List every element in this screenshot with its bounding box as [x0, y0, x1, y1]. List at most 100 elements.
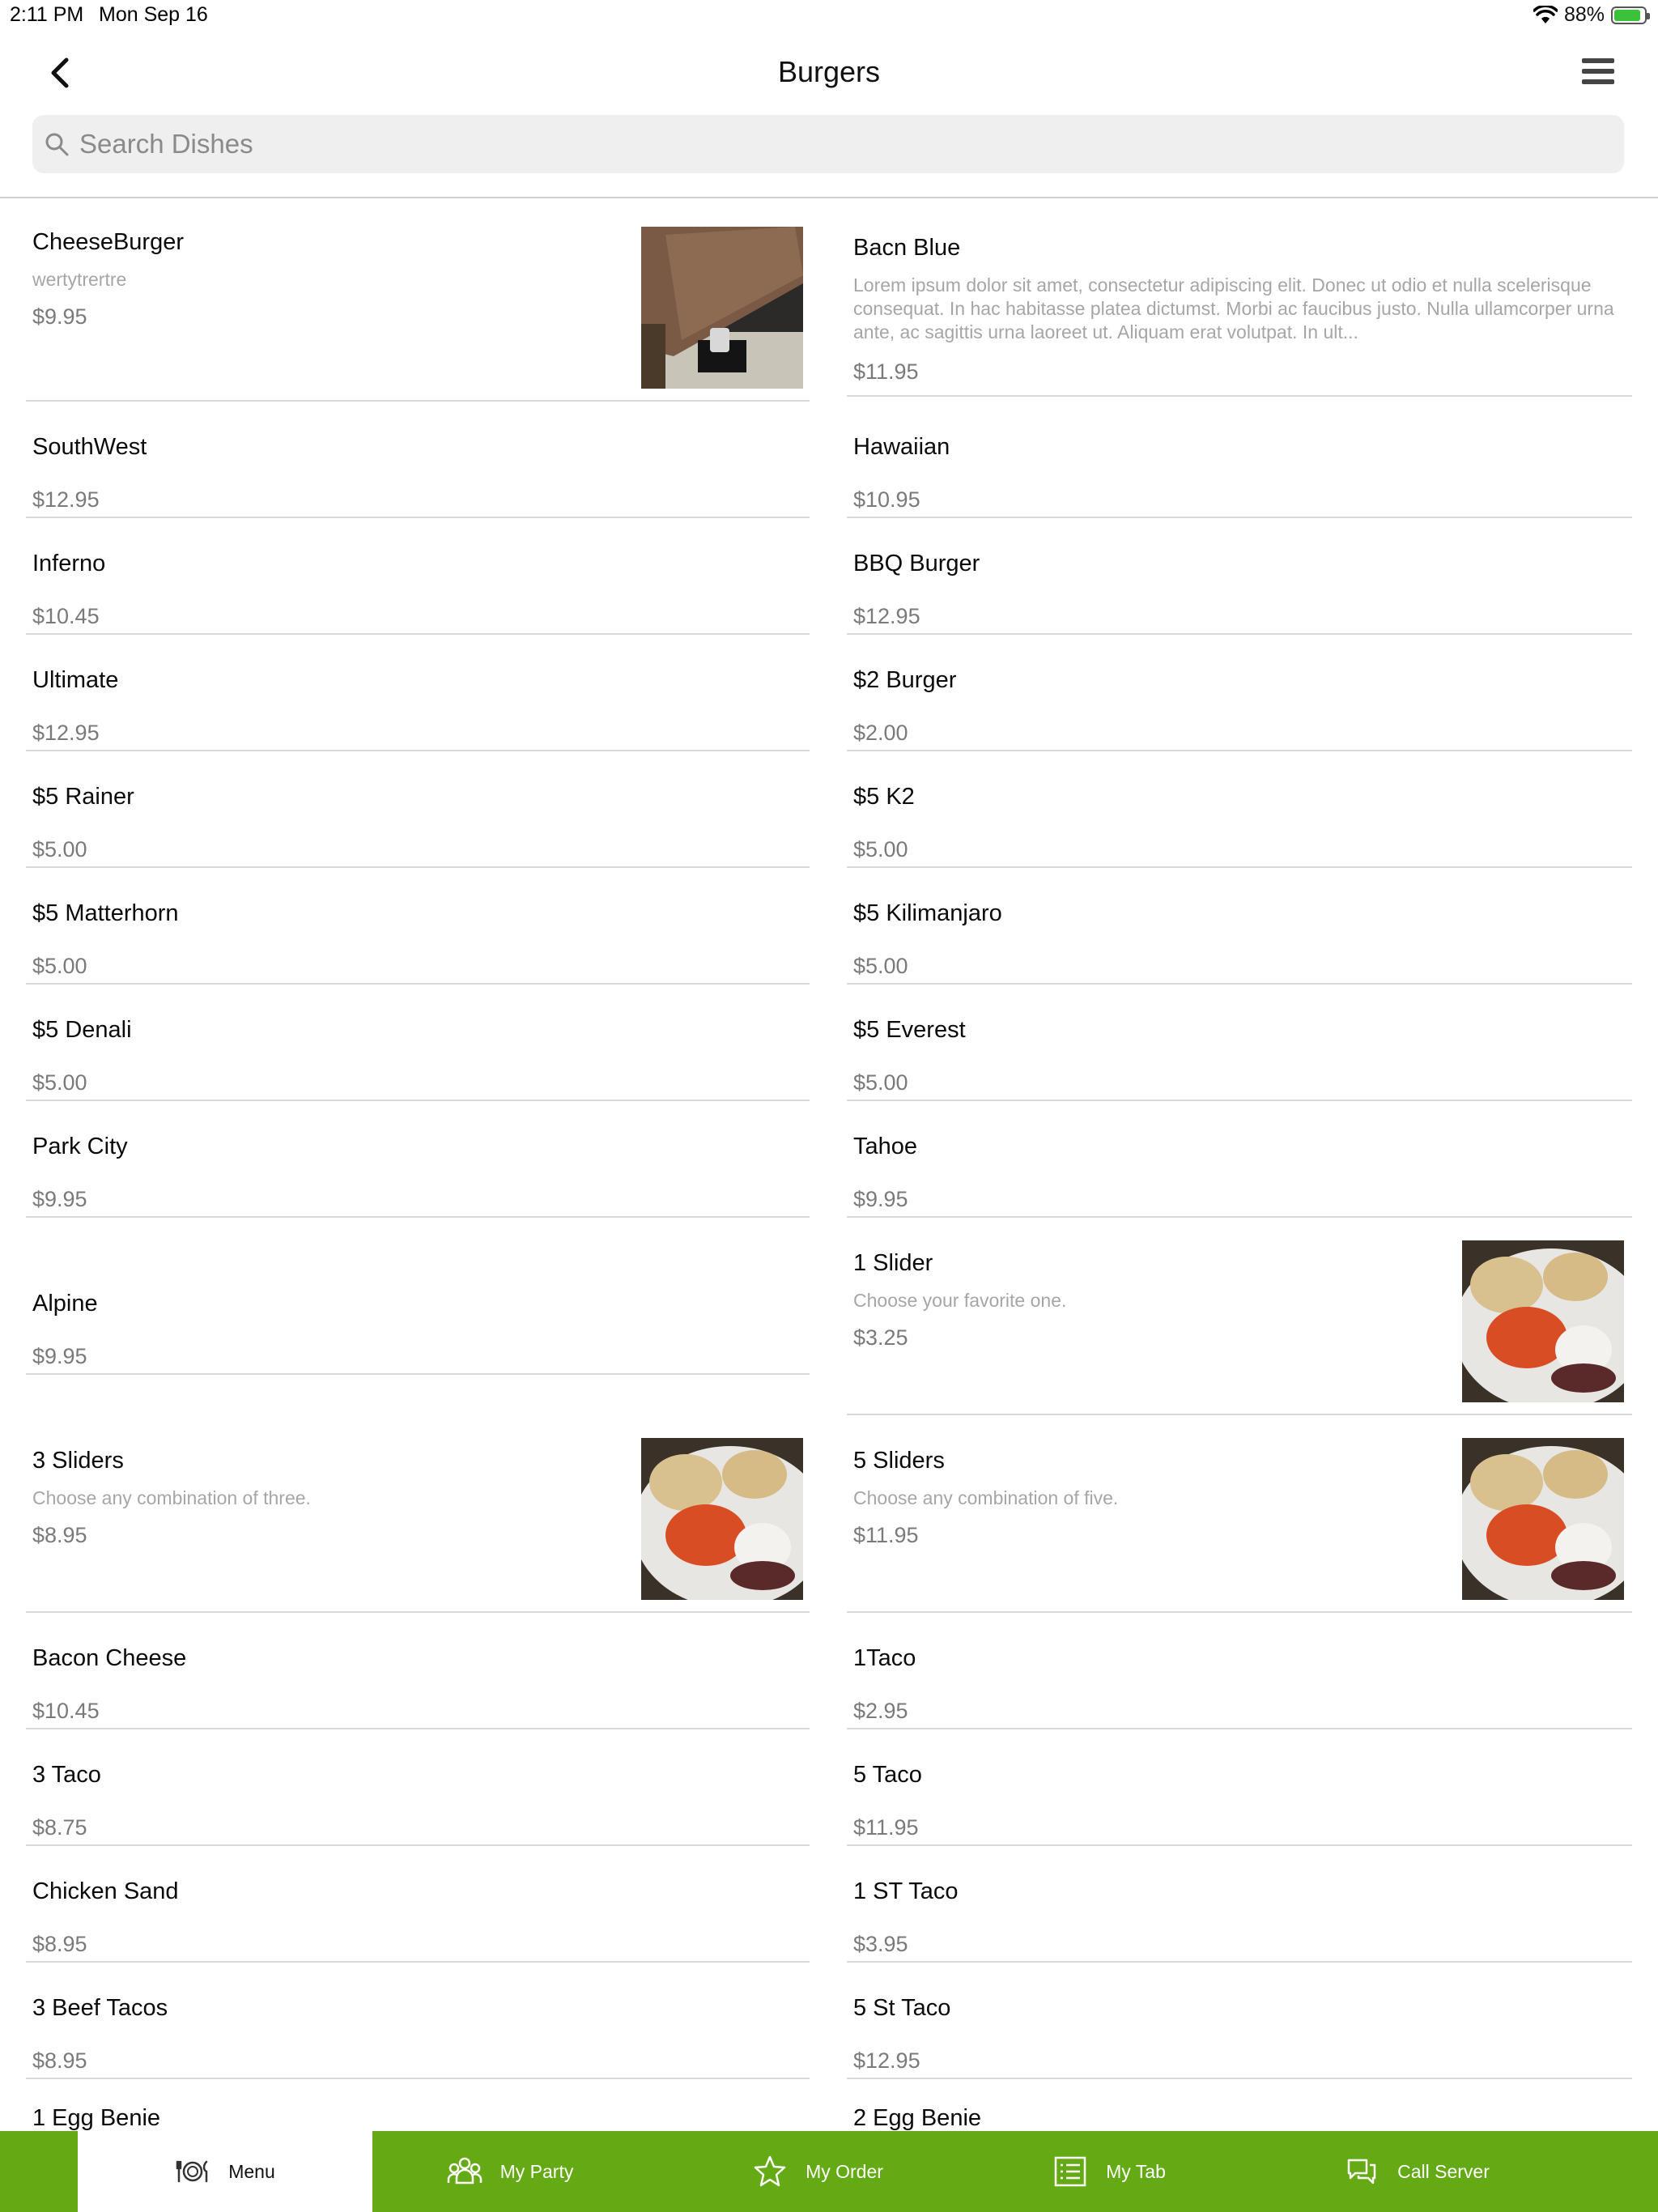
item-price: $9.95 — [32, 304, 87, 329]
item-price: $2.95 — [853, 1699, 908, 1723]
item-description: Choose your favorite one. — [853, 1290, 1067, 1311]
tab-my-tab[interactable]: My Tab — [1004, 2131, 1214, 2212]
plate-cutlery-icon — [176, 2160, 208, 2183]
wifi-icon — [1533, 5, 1558, 23]
hamburger-menu-button[interactable] — [1582, 58, 1614, 87]
item-name: $5 K2 — [853, 784, 915, 810]
battery-icon — [1611, 6, 1650, 24]
item-name: Chicken Sand — [32, 1878, 179, 1904]
menu-item[interactable]: $5 Denali $5.00 — [26, 985, 810, 1101]
menu-item[interactable]: Hawaiian $10.95 — [847, 397, 1632, 518]
item-name: Park City — [32, 1134, 128, 1159]
menu-item[interactable]: BBQ Burger $12.95 — [847, 518, 1632, 635]
menu-bar-icon — [1582, 69, 1614, 74]
item-name: Alpine — [32, 1291, 98, 1317]
item-price: $12.95 — [853, 604, 920, 628]
menu-item[interactable]: 3 Taco $8.75 — [26, 1729, 810, 1846]
tab-my-party[interactable]: My Party — [405, 2131, 615, 2212]
menu-item[interactable]: $5 Kilimanjaro $5.00 — [847, 868, 1632, 985]
item-name: 1 Slider — [853, 1250, 933, 1276]
menu-item[interactable]: Inferno $10.45 — [26, 518, 810, 635]
item-name: 2 Egg Benie — [853, 2105, 982, 2131]
menu-item[interactable]: Alpine $9.95 — [26, 1218, 810, 1375]
tab-label: My Party — [500, 2160, 574, 2182]
item-photo-sliders — [1462, 1240, 1624, 1402]
item-photo-sliders — [641, 1438, 803, 1600]
menu-item[interactable]: 3 Beef Tacos $8.95 — [26, 1963, 810, 2079]
item-name: $2 Burger — [853, 667, 957, 693]
menu-item[interactable]: 1Taco $2.95 — [847, 1613, 1632, 1729]
menu-item[interactable]: $5 Rainer $5.00 — [26, 751, 810, 868]
menu-item[interactable]: Tahoe $9.95 — [847, 1101, 1632, 1218]
item-price: $12.95 — [32, 721, 100, 745]
item-price: $8.95 — [32, 1523, 87, 1547]
menu-item[interactable]: 2 Egg Benie — [847, 2079, 1632, 2131]
item-name: 5 Taco — [853, 1762, 922, 1788]
row-divider — [26, 1373, 810, 1375]
menu-item[interactable]: Bacon Cheese $10.45 — [26, 1613, 810, 1729]
tab-bar: Menu My Party My Order My Tab Call Serve… — [0, 2131, 1658, 2212]
item-description: Choose any combination of three. — [32, 1487, 311, 1508]
menu-item[interactable]: Park City $9.95 — [26, 1101, 810, 1218]
item-price: $9.95 — [853, 1187, 908, 1211]
item-price: $10.45 — [32, 604, 100, 628]
menu-item[interactable]: $5 Everest $5.00 — [847, 985, 1632, 1101]
item-name: Hawaiian — [853, 434, 950, 460]
menu-item[interactable]: Chicken Sand $8.95 — [26, 1846, 810, 1963]
menu-item[interactable]: $5 Matterhorn $5.00 — [26, 868, 810, 985]
item-name: 5 St Taco — [853, 1995, 951, 2021]
item-price: $5.00 — [853, 837, 908, 861]
item-price: $11.95 — [853, 359, 919, 384]
item-price: $2.00 — [853, 721, 908, 745]
item-price: $11.95 — [853, 1523, 919, 1547]
item-price: $11.95 — [853, 1815, 919, 1840]
menu-item[interactable]: 5 Taco $11.95 — [847, 1729, 1632, 1846]
item-price: $12.95 — [32, 487, 100, 512]
tab-call-server[interactable]: Call Server — [1312, 2131, 1522, 2212]
tab-menu[interactable]: Menu — [78, 2131, 372, 2212]
status-date: Mon Sep 16 — [99, 3, 208, 26]
item-name: Inferno — [32, 551, 106, 576]
menu-item[interactable]: 1 ST Taco $3.95 — [847, 1846, 1632, 1963]
menu-item[interactable]: $2 Burger $2.00 — [847, 635, 1632, 751]
tab-label: My Order — [806, 2160, 883, 2182]
people-icon — [447, 2157, 482, 2184]
item-price: $9.95 — [32, 1344, 87, 1368]
menu-item[interactable]: $5 K2 $5.00 — [847, 751, 1632, 868]
item-price: $5.00 — [32, 837, 87, 861]
status-bar: 2:11 PM Mon Sep 16 88% — [0, 0, 1658, 32]
menu-item[interactable]: CheeseBurger wertytrertre $9.95 — [26, 198, 810, 402]
menu-bar-icon — [1582, 79, 1614, 84]
item-name: 5 Sliders — [853, 1448, 945, 1474]
item-price: $5.00 — [32, 954, 87, 978]
tab-label: My Tab — [1106, 2160, 1166, 2182]
tab-my-order[interactable]: My Order — [712, 2131, 923, 2212]
item-name: Bacn Blue — [853, 235, 961, 261]
item-price: $10.45 — [32, 1699, 100, 1723]
menu-item[interactable]: Bacn Blue Lorem ipsum dolor sit amet, co… — [847, 198, 1632, 397]
search-input[interactable] — [79, 115, 1601, 173]
item-photo-table — [641, 227, 803, 389]
item-description: wertytrertre — [32, 269, 127, 290]
menu-item[interactable]: 1 Egg Benie — [26, 2079, 810, 2131]
item-name: $5 Rainer — [32, 784, 134, 810]
item-name: CheeseBurger — [32, 229, 184, 255]
item-price: $8.75 — [32, 1815, 87, 1840]
menu-item[interactable]: Ultimate $12.95 — [26, 635, 810, 751]
menu-bar-icon — [1582, 58, 1614, 63]
search-bar[interactable] — [32, 115, 1624, 173]
item-description: Choose any combination of five. — [853, 1487, 1119, 1508]
item-name: Ultimate — [32, 667, 119, 693]
search-icon — [45, 133, 69, 156]
item-name: BBQ Burger — [853, 551, 980, 576]
item-price: $12.95 — [853, 2048, 920, 2073]
item-price: $10.95 — [853, 487, 920, 512]
menu-item[interactable]: 5 St Taco $12.95 — [847, 1963, 1632, 2079]
item-name: $5 Everest — [853, 1017, 966, 1043]
menu-item[interactable]: SouthWest $12.95 — [26, 402, 810, 518]
item-price: $8.95 — [32, 1932, 87, 1956]
battery-percent: 88% — [1563, 3, 1605, 26]
nav-bar: Burgers — [0, 32, 1658, 113]
item-name: $5 Matterhorn — [32, 900, 179, 926]
tab-label: Call Server — [1397, 2160, 1490, 2182]
